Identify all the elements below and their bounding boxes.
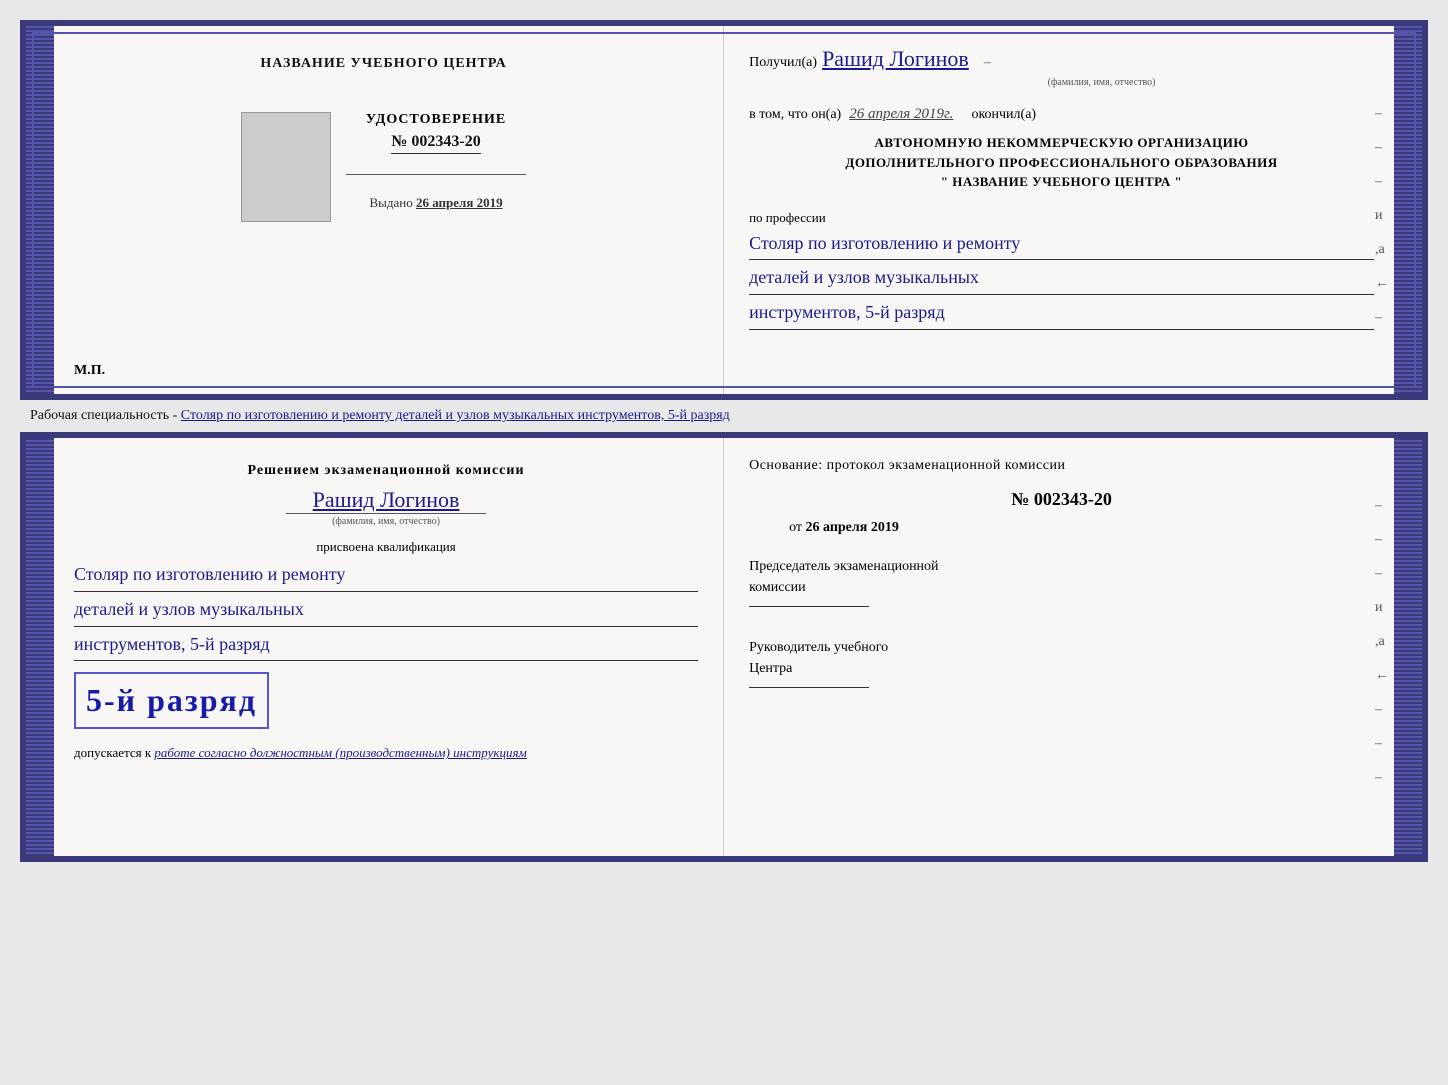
protocol-number: № 002343-20 <box>749 489 1374 510</box>
predsedatel-text: Председатель экзаменационной комиссии <box>749 556 1374 607</box>
org-line2: ДОПОЛНИТЕЛЬНОГО ПРОФЕССИОНАЛЬНОГО ОБРАЗО… <box>749 153 1374 173</box>
profession-block-bottom: Столяр по изготовлению и ремонту деталей… <box>74 560 698 661</box>
big-blue-text: 5-й разряд <box>86 682 257 719</box>
cert-right-panel: Получил(а) Рашид Логинов – (фамилия, имя… <box>724 26 1394 394</box>
okoncil-text: окончил(а) <box>971 107 1036 123</box>
number-prefix: № <box>391 133 407 150</box>
ot-date-value: 26 апреля 2019 <box>806 520 899 535</box>
recipient-name-bottom: Рашид Логинов <box>313 487 460 513</box>
binding-right-bottom <box>1394 438 1422 856</box>
issued-line: Выдано 26 апреля 2019 <box>369 195 502 211</box>
ot-prefix: от <box>789 520 802 535</box>
page-wrapper: НАЗВАНИЕ УЧЕБНОГО ЦЕНТРА УДОСТОВЕРЕНИЕ №… <box>20 20 1428 862</box>
protocol-number-value: 002343-20 <box>1034 489 1112 509</box>
recipient-block-bottom: Рашид Логинов (фамилия, имя, отчество) <box>74 487 698 527</box>
between-text-underline: Столяр по изготовлению и ремонту деталей… <box>181 408 730 423</box>
recipient-name-top: Рашид Логинов <box>822 46 969 72</box>
bottom-certificate: Решением экзаменационной комиссии Рашид … <box>20 432 1428 862</box>
rukovoditel-line2: Центра <box>749 658 1374 679</box>
right-dashes-bottom: – – – и ,а ← – – – <box>1375 498 1389 786</box>
cert-bottom-left: Решением экзаменационной комиссии Рашид … <box>54 438 724 856</box>
between-text-plain: Рабочая специальность - <box>30 408 181 423</box>
org-name-quoted: " НАЗВАНИЕ УЧЕБНОГО ЦЕНТРА " <box>749 172 1374 192</box>
prof-line1-top: Столяр по изготовлению и ремонту <box>749 229 1374 261</box>
received-line: Получил(а) Рашид Логинов – <box>749 46 1374 72</box>
mp-label: М.П. <box>74 363 105 379</box>
binding-left <box>26 26 54 394</box>
predsedatel-signature <box>749 606 869 607</box>
binding-right-top <box>1394 26 1422 394</box>
rukovoditel-text: Руководитель учебного Центра <box>749 637 1374 688</box>
dopuskaetsya-italic: работе согласно должностным (производств… <box>154 745 526 760</box>
photo-placeholder <box>241 112 331 222</box>
qual-line1: Столяр по изготовлению и ремонту <box>74 560 698 592</box>
cert-number-value: 002343-20 <box>411 133 480 150</box>
issued-date: 26 апреля 2019 <box>416 195 503 210</box>
po-professii: по профессии <box>749 210 1374 226</box>
org-block-top: АВТОНОМНУЮ НЕКОММЕРЧЕСКУЮ ОРГАНИЗАЦИЮ ДО… <box>749 133 1374 192</box>
qual-line2: деталей и узлов музыкальных <box>74 595 698 627</box>
prof-line3-top: инструментов, 5-й разряд <box>749 298 1374 330</box>
right-dashes-top: – – – и ,а ← – <box>1375 106 1389 326</box>
org-line1: АВТОНОМНУЮ НЕКОММЕРЧЕСКУЮ ОРГАНИЗАЦИЮ <box>749 133 1374 153</box>
binding-left-bottom <box>26 438 54 856</box>
qual-line3: инструментов, 5-й разряд <box>74 630 698 662</box>
osnovaniye-text: Основание: протокол экзаменационной коми… <box>749 458 1374 474</box>
in-that-line: в том, что он(а) 26 апреля 2019г. окончи… <box>749 106 1374 123</box>
name-subtitle-top: (фамилия, имя, отчество) <box>829 77 1374 88</box>
rukovoditel-signature <box>749 687 869 688</box>
name-subtitle-bottom: (фамилия, имя, отчество) <box>332 516 440 527</box>
cert-bottom-right: Основание: протокол экзаменационной коми… <box>724 438 1394 856</box>
udostoverenie-label: УДОСТОВЕРЕНИЕ <box>366 112 506 128</box>
prof-line2-top: деталей и узлов музыкальных <box>749 263 1374 295</box>
profession-block-top: Столяр по изготовлению и ремонту деталей… <box>749 229 1374 333</box>
dopuskaetsya-prefix: допускается к <box>74 745 151 760</box>
issued-prefix: Выдано <box>369 195 412 210</box>
highlight-box: 5-й разряд <box>74 672 269 729</box>
received-prefix: Получил(а) <box>749 55 817 71</box>
cert-number: № 002343-20 <box>391 133 480 154</box>
assigned-qual: присвоена квалификация <box>74 539 698 555</box>
between-section: Рабочая специальность - Столяр по изгото… <box>20 400 1428 432</box>
org-name-top: НАЗВАНИЕ УЧЕБНОГО ЦЕНТРА <box>260 56 506 72</box>
predsedatel-line1: Председатель экзаменационной <box>749 556 1374 577</box>
ot-date-line: от 26 апреля 2019 <box>789 520 1374 536</box>
cert-doc-info: УДОСТОВЕРЕНИЕ № 002343-20 Выдано 26 апре… <box>346 112 526 211</box>
predsedatel-line2: комиссии <box>749 577 1374 598</box>
number-prefix-bottom: № <box>1011 489 1029 509</box>
cert-left-panel: НАЗВАНИЕ УЧЕБНОГО ЦЕНТРА УДОСТОВЕРЕНИЕ №… <box>54 26 724 394</box>
date-handwritten: 26 апреля 2019г. <box>849 106 953 123</box>
cert-doc-area: УДОСТОВЕРЕНИЕ № 002343-20 Выдано 26 апре… <box>241 112 526 222</box>
dopuskaetsya-line: допускается к работе согласно должностны… <box>74 745 698 761</box>
top-certificate: НАЗВАНИЕ УЧЕБНОГО ЦЕНТРА УДОСТОВЕРЕНИЕ №… <box>20 20 1428 400</box>
resheniyem-text: Решением экзаменационной комиссии <box>74 463 698 479</box>
rukovoditel-line1: Руководитель учебного <box>749 637 1374 658</box>
in-that-prefix: в том, что он(а) <box>749 107 841 123</box>
